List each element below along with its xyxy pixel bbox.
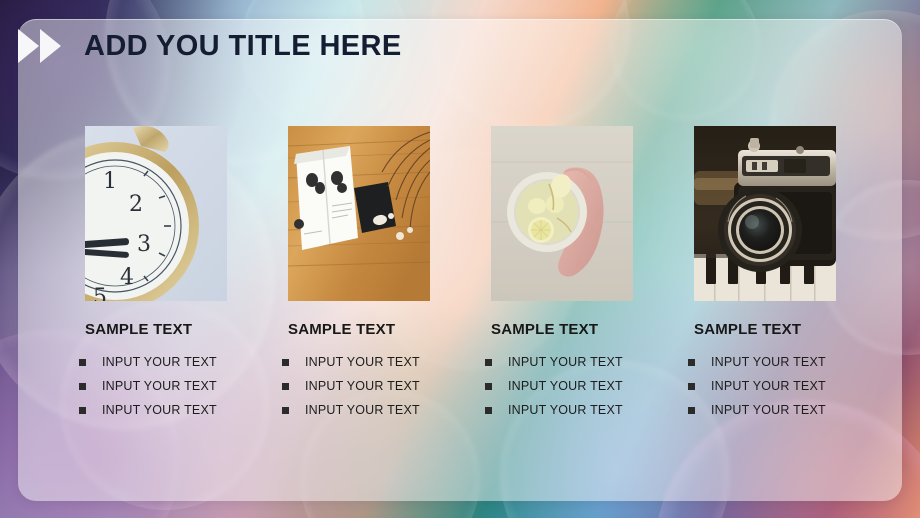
slide-header: ADD YOU TITLE HERE: [0, 22, 402, 70]
list-item-label: INPUT YOUR TEXT: [102, 403, 217, 417]
photo-hand-with-bowl[interactable]: [491, 126, 633, 301]
column-heading: SAMPLE TEXT: [491, 321, 599, 338]
square-bullet-icon: [485, 406, 492, 414]
photo-book-and-phone[interactable]: [288, 126, 430, 301]
square-bullet-icon: [79, 406, 86, 414]
list-item-label: INPUT YOUR TEXT: [711, 379, 826, 393]
photo-pocket-watch[interactable]: 1 2 3 4 5: [85, 126, 227, 301]
list-item[interactable]: INPUT YOUR TEXT: [282, 350, 455, 374]
square-bullet-icon: [79, 358, 86, 366]
list-item-label: INPUT YOUR TEXT: [711, 355, 826, 369]
content-column: SAMPLE TEXT INPUT YOUR TEXT INPUT YOUR T…: [473, 126, 658, 422]
list-item-label: INPUT YOUR TEXT: [508, 355, 623, 369]
list-item[interactable]: INPUT YOUR TEXT: [688, 398, 861, 422]
square-bullet-icon: [688, 358, 695, 366]
fast-forward-icon: [18, 29, 70, 63]
content-column: SAMPLE TEXT INPUT YOUR TEXT INPUT YOUR T…: [270, 126, 455, 422]
bullet-list: INPUT YOUR TEXT INPUT YOUR TEXT INPUT YO…: [282, 350, 455, 422]
square-bullet-icon: [282, 358, 289, 366]
slide-canvas: ADD YOU TITLE HERE SAMPLE TEXT INPUT YOU…: [0, 0, 920, 518]
page-title: ADD YOU TITLE HERE: [84, 29, 402, 62]
list-item[interactable]: INPUT YOUR TEXT: [79, 398, 252, 422]
content-column: SAMPLE TEXT INPUT YOUR TEXT INPUT YOUR T…: [676, 126, 861, 422]
column-heading: SAMPLE TEXT: [288, 321, 396, 338]
columns-container: 1 2 3 4 5 SAMPLE TEXT INPUT YOUR TEXT: [67, 126, 867, 422]
list-item[interactable]: INPUT YOUR TEXT: [485, 350, 658, 374]
list-item[interactable]: INPUT YOUR TEXT: [485, 398, 658, 422]
bullet-list: INPUT YOUR TEXT INPUT YOUR TEXT INPUT YO…: [688, 350, 861, 422]
bullet-list: INPUT YOUR TEXT INPUT YOUR TEXT INPUT YO…: [485, 350, 658, 422]
column-heading: SAMPLE TEXT: [694, 321, 802, 338]
list-item-label: INPUT YOUR TEXT: [711, 403, 826, 417]
list-item[interactable]: INPUT YOUR TEXT: [282, 374, 455, 398]
square-bullet-icon: [485, 358, 492, 366]
list-item-label: INPUT YOUR TEXT: [102, 355, 217, 369]
list-item-label: INPUT YOUR TEXT: [508, 379, 623, 393]
list-item-label: INPUT YOUR TEXT: [305, 355, 420, 369]
content-column: 1 2 3 4 5 SAMPLE TEXT INPUT YOUR TEXT: [67, 126, 252, 422]
list-item[interactable]: INPUT YOUR TEXT: [79, 374, 252, 398]
list-item-label: INPUT YOUR TEXT: [102, 379, 217, 393]
list-item[interactable]: INPUT YOUR TEXT: [688, 350, 861, 374]
square-bullet-icon: [79, 382, 86, 390]
square-bullet-icon: [485, 382, 492, 390]
column-heading: SAMPLE TEXT: [85, 321, 193, 338]
list-item-label: INPUT YOUR TEXT: [305, 403, 420, 417]
square-bullet-icon: [282, 382, 289, 390]
photo-vintage-camera[interactable]: [694, 126, 836, 301]
list-item[interactable]: INPUT YOUR TEXT: [688, 374, 861, 398]
square-bullet-icon: [688, 406, 695, 414]
list-item[interactable]: INPUT YOUR TEXT: [79, 350, 252, 374]
list-item-label: INPUT YOUR TEXT: [305, 379, 420, 393]
square-bullet-icon: [688, 382, 695, 390]
bullet-list: INPUT YOUR TEXT INPUT YOUR TEXT INPUT YO…: [79, 350, 252, 422]
list-item[interactable]: INPUT YOUR TEXT: [485, 374, 658, 398]
list-item-label: INPUT YOUR TEXT: [508, 403, 623, 417]
list-item[interactable]: INPUT YOUR TEXT: [282, 398, 455, 422]
square-bullet-icon: [282, 406, 289, 414]
